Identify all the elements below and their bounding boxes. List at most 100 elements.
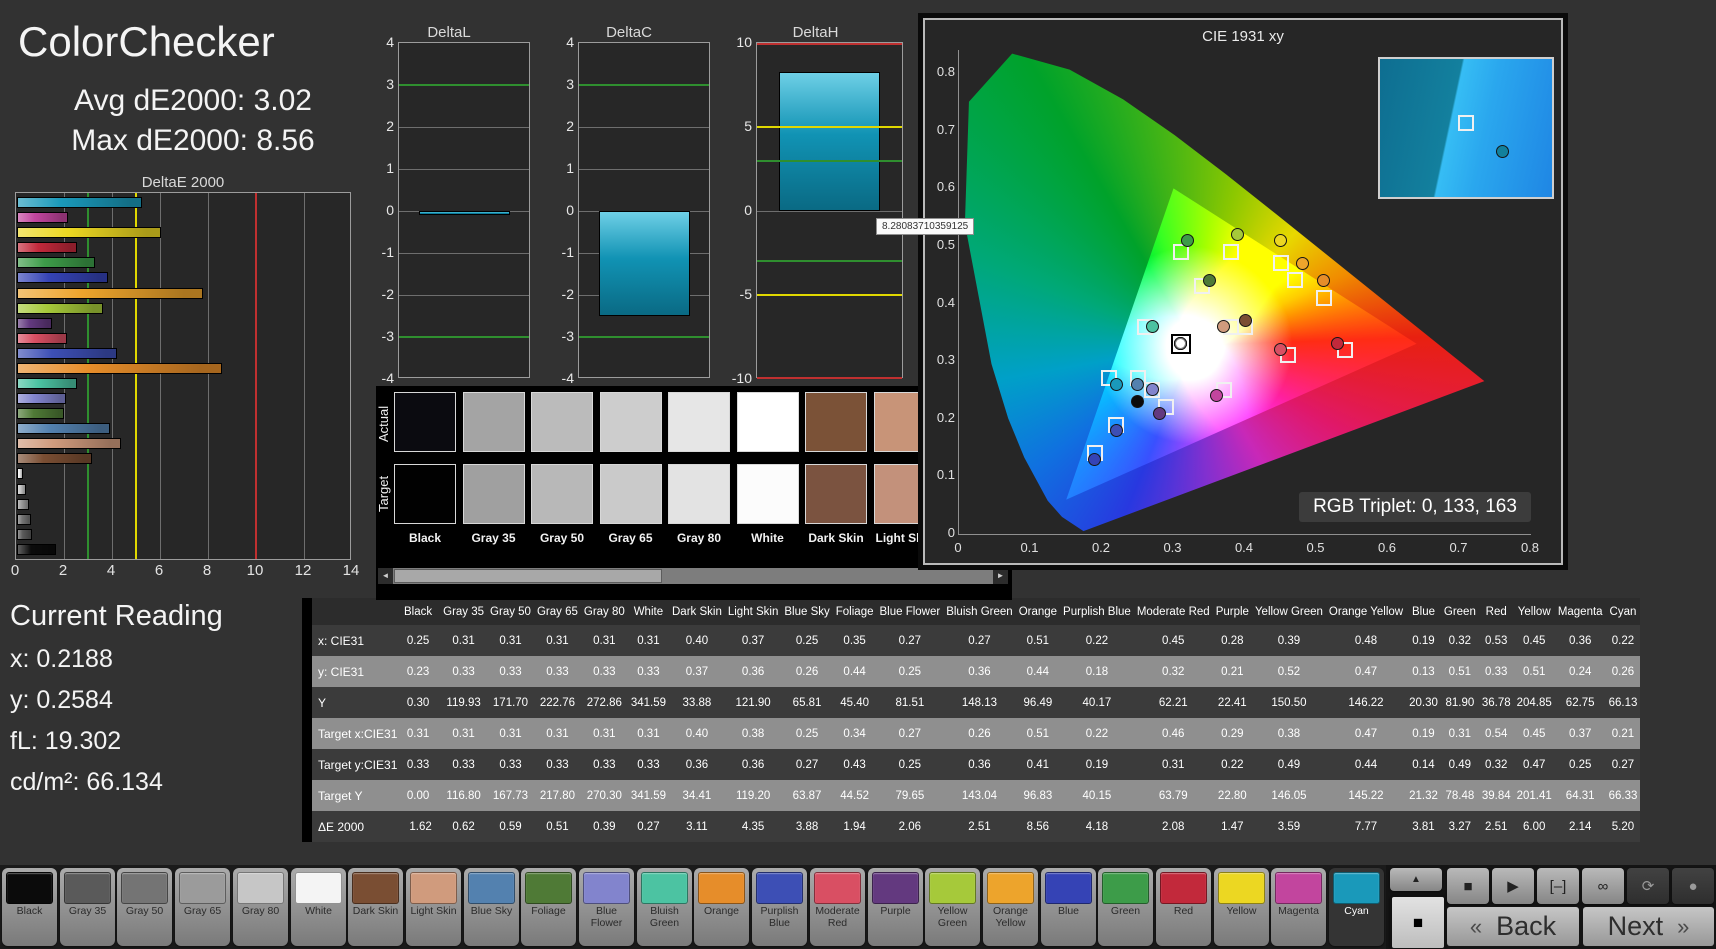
palette-tile-purplish-blue[interactable]: Purplish Blue [752, 868, 807, 946]
table-cell: 0.21 [1213, 656, 1252, 687]
y-tick-label: 0 [548, 202, 574, 218]
table-cell: 0.22 [1213, 749, 1252, 780]
current-reading-title: Current Reading [10, 600, 223, 633]
sample-window-button[interactable]: ■ [1390, 895, 1446, 949]
scroll-left-button[interactable]: ◄ [378, 568, 393, 584]
x-tick-label: 14 [337, 562, 365, 579]
table-cell: 0.25 [401, 625, 440, 656]
measured-marker [1131, 395, 1144, 408]
scroll-right-button[interactable]: ► [993, 568, 1008, 584]
column-header: Magenta [1555, 598, 1606, 625]
swatch-grid: BlackGray 35Gray 50Gray 65Gray 80WhiteDa… [394, 390, 1012, 550]
refresh-button[interactable]: ⟳ [1627, 868, 1669, 904]
target-swatch [805, 464, 867, 524]
palette-tile-red[interactable]: Red [1156, 868, 1211, 946]
palette-tile-yellow[interactable]: Yellow [1214, 868, 1269, 946]
next-button[interactable]: Next » [1583, 907, 1714, 946]
table-cell: 0.47 [1326, 718, 1406, 749]
inset-target-square [1458, 115, 1474, 131]
reference-line [135, 193, 137, 559]
bottom-bar: BlackGray 35Gray 50Gray 65Gray 80WhiteDa… [0, 865, 1716, 949]
swatch-label: Black [391, 531, 459, 545]
column-header: Purplish Blue [1060, 598, 1134, 625]
palette-tile-gray-50[interactable]: Gray 50 [117, 868, 172, 946]
palette-tile-moderate-red[interactable]: Moderate Red [810, 868, 865, 946]
palette-tile-orange[interactable]: Orange [694, 868, 749, 946]
y-tick-label: -2 [548, 286, 574, 302]
delta-e-title: DeltaE 2000 [15, 174, 351, 191]
actual-swatch [531, 392, 593, 452]
delta-e-bar [17, 529, 32, 540]
table-cell: 145.22 [1326, 780, 1406, 811]
palette-tile-gray-35[interactable]: Gray 35 [60, 868, 115, 946]
tile-label: Blue [1042, 906, 1095, 918]
scroll-thumb[interactable] [394, 569, 662, 583]
play-button[interactable]: ▶ [1492, 868, 1534, 904]
palette-tile-blue-sky[interactable]: Blue Sky [464, 868, 519, 946]
palette-tile-yellow-green[interactable]: Yellow Green [925, 868, 980, 946]
record-button[interactable]: ● [1672, 868, 1714, 904]
palette-tile-magenta[interactable]: Magenta [1271, 868, 1326, 946]
table-cell: 66.33 [1606, 780, 1641, 811]
palette-tile-blue[interactable]: Blue [1041, 868, 1096, 946]
tile-swatch [352, 872, 399, 904]
palette-tile-light-skin[interactable]: Light Skin [406, 868, 461, 946]
palette-tile-white[interactable]: White [291, 868, 346, 946]
table-cell: 0.36 [1555, 625, 1606, 656]
loop-button[interactable]: ∞ [1582, 868, 1624, 904]
table-cell: 62.21 [1134, 687, 1213, 718]
stop-button[interactable]: ■ [1447, 868, 1489, 904]
table-cell: 0.43 [833, 749, 877, 780]
palette-tile-blue-flower[interactable]: Blue Flower [579, 868, 634, 946]
table-cell: 272.86 [581, 687, 628, 718]
table-cell: 171.70 [487, 687, 534, 718]
palette-tile-foliage[interactable]: Foliage [521, 868, 576, 946]
table-cell: 0.19 [1406, 718, 1441, 749]
actual-row-label: Actual [376, 396, 392, 452]
table-cell: 62.75 [1555, 687, 1606, 718]
table-cell: 0.41 [1016, 749, 1060, 780]
tile-swatch [814, 872, 861, 904]
tile-label: Green [1099, 906, 1152, 918]
y-tick-label: 0 [368, 202, 394, 218]
palette-tile-cyan[interactable]: Cyan [1329, 868, 1384, 946]
table-cell: 121.90 [725, 687, 782, 718]
table-cell: 0.31 [534, 625, 581, 656]
tile-swatch [987, 872, 1034, 904]
delta-e-bar [17, 272, 108, 283]
cie-y-tick-label: 0.1 [927, 467, 955, 482]
tile-swatch [1218, 872, 1265, 904]
table-cell: 0.33 [581, 749, 628, 780]
interval-button[interactable]: [–] [1537, 868, 1579, 904]
table-row: Y0.30119.93171.70222.76272.86341.5933.88… [307, 687, 1640, 718]
swatch-label: Dark Skin [802, 531, 870, 545]
table-cell: 0.25 [876, 749, 943, 780]
table-cell: 0.34 [833, 718, 877, 749]
palette-tile-dark-skin[interactable]: Dark Skin [348, 868, 403, 946]
row-label: Target x:CIE31 [307, 718, 401, 749]
palette-tile-purple[interactable]: Purple [868, 868, 923, 946]
palette-tile-orange-yellow[interactable]: Orange Yellow [983, 868, 1038, 946]
swatch-scrollbar[interactable]: ◄ ► [378, 568, 1008, 584]
table-cell: 33.88 [669, 687, 725, 718]
next-label: Next [1608, 911, 1664, 942]
palette-tile-green[interactable]: Green [1098, 868, 1153, 946]
back-button[interactable]: « Back [1447, 907, 1579, 946]
palette-tile-black[interactable]: Black [2, 868, 57, 946]
palette-tile-gray-80[interactable]: Gray 80 [233, 868, 288, 946]
table-cell: 79.65 [876, 780, 943, 811]
cie-y-tick-label: 0 [927, 525, 955, 540]
palette-tile-bluish-green[interactable]: Bluish Green [637, 868, 692, 946]
reference-line [399, 336, 529, 338]
max-de2000: Max dE2000: 8.56 [8, 124, 378, 158]
table-cell: 1.94 [833, 811, 877, 842]
measured-marker [1296, 257, 1309, 270]
column-header: Red [1479, 598, 1514, 625]
cie-x-tick-label: 0.6 [1372, 540, 1402, 555]
delta-e-bar [17, 453, 92, 464]
palette-tile-gray-65[interactable]: Gray 65 [175, 868, 230, 946]
up-button[interactable]: ▲ [1390, 868, 1442, 891]
table-cell: 0.37 [1555, 718, 1606, 749]
next-chevron-icon: » [1677, 914, 1689, 940]
column-header: White [628, 598, 669, 625]
